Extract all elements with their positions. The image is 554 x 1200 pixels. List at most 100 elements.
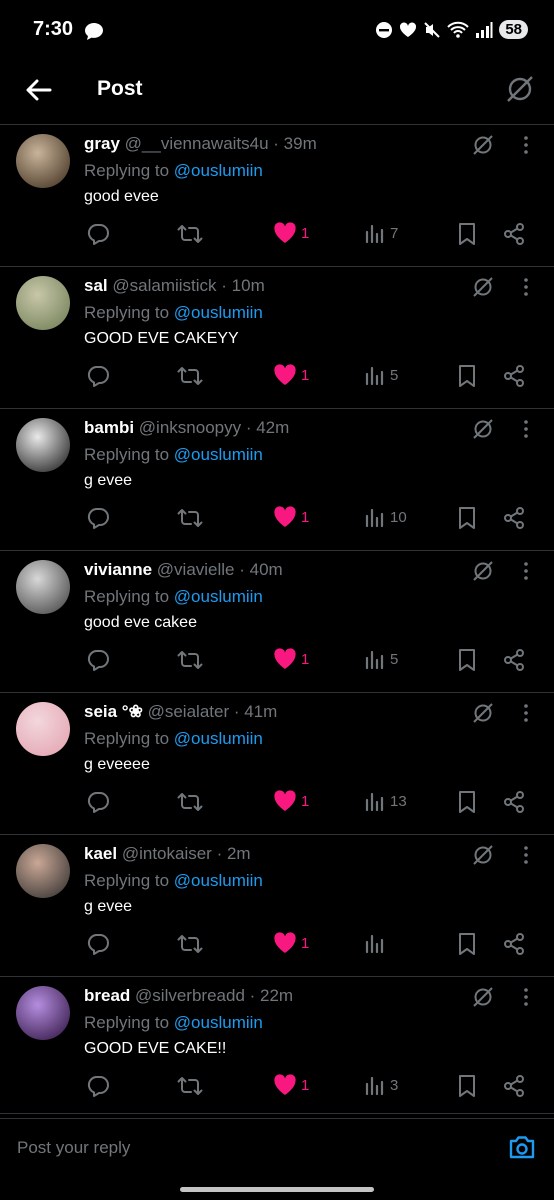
like-button[interactable]: 1 bbox=[273, 506, 309, 528]
more-icon[interactable] bbox=[518, 987, 534, 1007]
repost-button[interactable] bbox=[177, 790, 203, 814]
reply-post[interactable]: vivianne @viavielle · 40m Replying to @o… bbox=[0, 551, 554, 693]
mention-link[interactable]: @ouslumiin bbox=[174, 161, 263, 180]
avatar[interactable] bbox=[16, 844, 70, 898]
like-button[interactable]: 1 bbox=[273, 364, 309, 386]
bookmark-button[interactable] bbox=[456, 648, 478, 672]
like-button[interactable]: 1 bbox=[273, 1074, 309, 1096]
grok-icon[interactable] bbox=[471, 985, 495, 1009]
bookmark-button[interactable] bbox=[456, 932, 478, 956]
reply-button[interactable] bbox=[86, 790, 110, 814]
reply-post[interactable]: sal @salamiistick · 10m Replying to @ous… bbox=[0, 267, 554, 409]
mention-link[interactable]: @ouslumiin bbox=[174, 1013, 263, 1032]
more-icon[interactable] bbox=[518, 277, 534, 297]
reply-input[interactable]: Post your reply bbox=[17, 1138, 130, 1158]
user-handle[interactable]: @viavielle bbox=[157, 560, 235, 579]
grok-icon[interactable] bbox=[471, 701, 495, 725]
display-name[interactable]: bambi bbox=[84, 418, 134, 437]
repost-button[interactable] bbox=[177, 648, 203, 672]
repost-button[interactable] bbox=[177, 222, 203, 246]
display-name[interactable]: seia °❀ bbox=[84, 702, 143, 721]
mention-link[interactable]: @ouslumiin bbox=[174, 729, 263, 748]
like-button[interactable]: 1 bbox=[273, 932, 309, 954]
reply-post[interactable]: kael @intokaiser · 2m Replying to @ouslu… bbox=[0, 835, 554, 977]
grok-icon[interactable] bbox=[471, 417, 495, 441]
reply-post[interactable]: bread @silverbreadd · 22m Replying to @o… bbox=[0, 977, 554, 1119]
views-button[interactable]: 13 bbox=[364, 790, 407, 812]
repost-button[interactable] bbox=[177, 932, 203, 956]
reply-button[interactable] bbox=[86, 648, 110, 672]
bookmark-button[interactable] bbox=[456, 790, 478, 814]
bookmark-button[interactable] bbox=[456, 364, 478, 388]
avatar[interactable] bbox=[16, 418, 70, 472]
share-button[interactable] bbox=[502, 506, 526, 530]
reply-button[interactable] bbox=[86, 1074, 110, 1098]
user-handle[interactable]: @silverbreadd bbox=[135, 986, 245, 1005]
avatar[interactable] bbox=[16, 560, 70, 614]
display-name[interactable]: sal bbox=[84, 276, 108, 295]
repost-button[interactable] bbox=[177, 364, 203, 388]
mention-link[interactable]: @ouslumiin bbox=[174, 303, 263, 322]
mention-link[interactable]: @ouslumiin bbox=[174, 871, 263, 890]
like-button[interactable]: 1 bbox=[273, 790, 309, 812]
camera-icon[interactable] bbox=[508, 1134, 536, 1160]
reply-composer[interactable]: Post your reply bbox=[0, 1113, 554, 1178]
views-button[interactable]: 7 bbox=[364, 222, 398, 244]
share-button[interactable] bbox=[502, 790, 526, 814]
grok-icon[interactable] bbox=[471, 275, 495, 299]
views-button[interactable]: 10 bbox=[364, 506, 407, 528]
reply-button[interactable] bbox=[86, 506, 110, 530]
user-handle[interactable]: @seialater bbox=[148, 702, 230, 721]
home-indicator[interactable] bbox=[180, 1187, 374, 1192]
avatar[interactable] bbox=[16, 276, 70, 330]
display-name[interactable]: bread bbox=[84, 986, 130, 1005]
mute-icon bbox=[424, 21, 441, 38]
share-button[interactable] bbox=[502, 364, 526, 388]
reply-button[interactable] bbox=[86, 364, 110, 388]
replies-feed: gray @__viennawaits4u · 39m Replying to … bbox=[0, 125, 554, 1119]
grok-icon[interactable] bbox=[504, 73, 536, 105]
share-button[interactable] bbox=[502, 932, 526, 956]
views-icon bbox=[365, 224, 384, 244]
grok-icon[interactable] bbox=[471, 559, 495, 583]
mention-link[interactable]: @ouslumiin bbox=[174, 445, 263, 464]
user-handle[interactable]: @__viennawaits4u bbox=[125, 134, 269, 153]
bookmark-button[interactable] bbox=[456, 506, 478, 530]
avatar[interactable] bbox=[16, 702, 70, 756]
avatar[interactable] bbox=[16, 134, 70, 188]
reply-post[interactable]: bambi @inksnoopyy · 42m Replying to @ous… bbox=[0, 409, 554, 551]
more-icon[interactable] bbox=[518, 135, 534, 155]
display-name[interactable]: kael bbox=[84, 844, 117, 863]
user-handle[interactable]: @inksnoopyy bbox=[139, 418, 241, 437]
like-button[interactable]: 1 bbox=[273, 222, 309, 244]
reply-post[interactable]: gray @__viennawaits4u · 39m Replying to … bbox=[0, 125, 554, 267]
views-button[interactable]: 5 bbox=[364, 648, 398, 670]
more-icon[interactable] bbox=[518, 845, 534, 865]
grok-icon[interactable] bbox=[471, 843, 495, 867]
more-icon[interactable] bbox=[518, 419, 534, 439]
user-handle[interactable]: @intokaiser bbox=[122, 844, 212, 863]
share-button[interactable] bbox=[502, 648, 526, 672]
back-arrow-icon[interactable] bbox=[24, 75, 54, 105]
views-button[interactable]: 5 bbox=[364, 364, 398, 386]
mention-link[interactable]: @ouslumiin bbox=[174, 587, 263, 606]
share-button[interactable] bbox=[502, 1074, 526, 1098]
display-name[interactable]: vivianne bbox=[84, 560, 152, 579]
user-handle[interactable]: @salamiistick bbox=[112, 276, 216, 295]
like-button[interactable]: 1 bbox=[273, 648, 309, 670]
views-button[interactable] bbox=[364, 932, 390, 954]
reply-button[interactable] bbox=[86, 932, 110, 956]
reply-button[interactable] bbox=[86, 222, 110, 246]
more-icon[interactable] bbox=[518, 703, 534, 723]
bookmark-button[interactable] bbox=[456, 1074, 478, 1098]
repost-button[interactable] bbox=[177, 1074, 203, 1098]
grok-icon[interactable] bbox=[471, 133, 495, 157]
repost-button[interactable] bbox=[177, 506, 203, 530]
more-icon[interactable] bbox=[518, 561, 534, 581]
share-button[interactable] bbox=[502, 222, 526, 246]
avatar[interactable] bbox=[16, 986, 70, 1040]
bookmark-button[interactable] bbox=[456, 222, 478, 246]
reply-post[interactable]: seia °❀ @seialater · 41m Replying to @ou… bbox=[0, 693, 554, 835]
views-button[interactable]: 3 bbox=[364, 1074, 398, 1096]
display-name[interactable]: gray bbox=[84, 134, 120, 153]
